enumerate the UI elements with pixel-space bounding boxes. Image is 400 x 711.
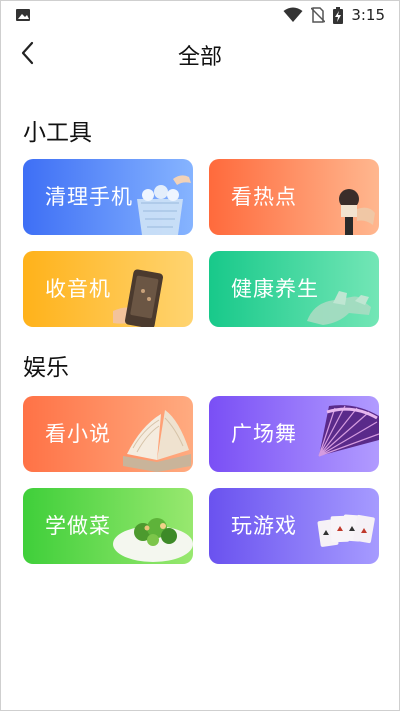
battery-charging-icon [333,6,344,24]
status-time: 3:15 [351,6,385,24]
playing-cards-icon [317,514,375,547]
wifi-icon [283,7,303,22]
card-games[interactable]: 玩游戏 [209,488,379,564]
salad-icon [113,518,193,562]
card-label: 清理手机 [45,185,133,209]
card-health[interactable]: 健康养生 [209,251,379,327]
card-label: 玩游戏 [231,514,297,538]
card-label: 健康养生 [231,277,319,301]
card-label: 学做菜 [45,514,111,538]
no-sim-icon [311,7,326,23]
section-title-tools: 小工具 [23,120,92,146]
card-label: 广场舞 [231,422,297,446]
phone-radio-icon [113,269,164,327]
trash-can-icon [137,175,191,235]
card-novel[interactable]: 看小说 [23,396,193,472]
card-label: 看小说 [45,422,111,446]
status-bar: 3:15 [1,1,399,29]
card-radio[interactable]: 收音机 [23,251,193,327]
card-label: 收音机 [45,277,111,301]
fan-icon [318,405,379,457]
card-label: 看热点 [231,185,297,209]
book-icon [123,410,191,472]
image-notification-icon [16,9,30,21]
card-cooking[interactable]: 学做菜 [23,488,193,564]
card-clean-phone[interactable]: 清理手机 [23,159,193,235]
header: 全部 [1,29,399,77]
card-square-dance[interactable]: 广场舞 [209,396,379,472]
section-title-entertainment: 娱乐 [23,355,69,381]
page-title: 全部 [177,45,222,70]
microphone-icon [339,189,375,235]
card-hot-news[interactable]: 看热点 [209,159,379,235]
